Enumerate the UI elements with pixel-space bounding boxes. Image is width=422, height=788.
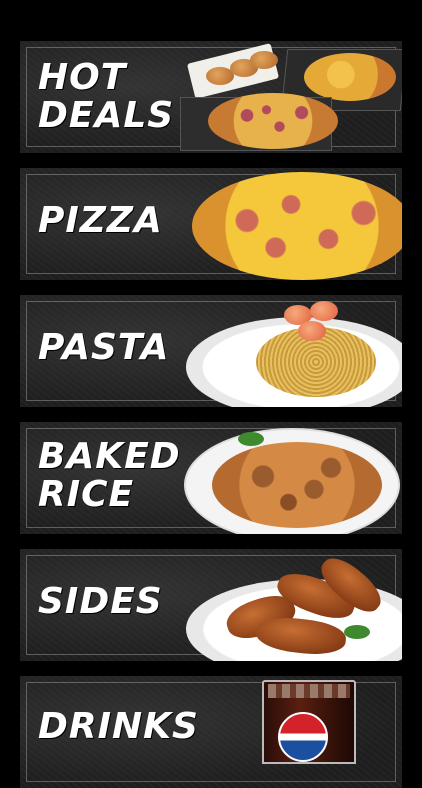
hot-deals-image (180, 41, 402, 153)
pepsi-logo-icon (278, 712, 328, 762)
menu-item-hot-deals[interactable]: HOT DEALS (20, 41, 402, 153)
baked-rice-image (182, 422, 402, 534)
sides-image (186, 549, 402, 661)
menu-item-label-line: PASTA (38, 327, 170, 368)
menu-item-label: DRINKS (38, 708, 199, 746)
menu-item-label-line: SIDES (38, 581, 163, 622)
menu-item-label: HOT DEALS (38, 59, 174, 135)
menu-item-label: PASTA (38, 329, 170, 367)
menu-item-label-line: RICE (38, 474, 135, 515)
pasta-image (186, 295, 402, 407)
menu-item-label-line: DEALS (38, 95, 175, 136)
pizza-image (192, 168, 402, 280)
menu-category-list: HOT DEALS PIZZA PASTA BAKED RICE SIDES D… (0, 0, 422, 788)
menu-item-pizza[interactable]: PIZZA (20, 168, 402, 280)
menu-item-label: BAKED RICE (38, 438, 181, 514)
menu-item-sides[interactable]: SIDES (20, 549, 402, 661)
menu-item-pasta[interactable]: PASTA (20, 295, 402, 407)
menu-item-label-line: BAKED (38, 436, 181, 477)
menu-item-label: PIZZA (38, 202, 163, 240)
menu-item-baked-rice[interactable]: BAKED RICE (20, 422, 402, 534)
menu-item-label-line: DRINKS (38, 706, 199, 747)
menu-item-label: SIDES (38, 583, 163, 621)
menu-item-drinks[interactable]: DRINKS (20, 676, 402, 788)
menu-item-label-line: PIZZA (38, 200, 163, 241)
menu-item-label-line: HOT (38, 57, 127, 98)
drinks-image (252, 676, 402, 788)
